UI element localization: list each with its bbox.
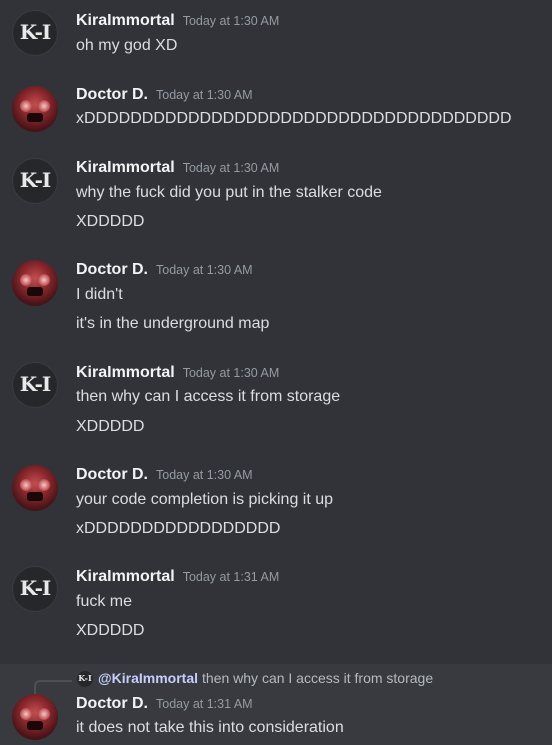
message-text: fuck me [76,593,133,610]
timestamp: Today at 1:31 AM [156,697,253,711]
avatar-eye [38,274,50,286]
reply-avatar[interactable]: K-I [77,671,93,687]
author-name[interactable]: Doctor D. Today at 1:30 AM [76,86,253,104]
timestamp: Today at 1:30 AM [182,366,280,380]
reply-mention[interactable]: @KiraImmortal [98,670,198,686]
avatar-mouth [27,287,43,296]
message-text: your code completion is picking it up [76,491,334,508]
author-name-text[interactable]: Doctor D. [76,86,148,103]
message-text: it's in the underground map [76,315,270,332]
author-name[interactable]: KiraImmortal Today at 1:30 AM [76,12,279,30]
avatar-eye [38,479,50,491]
message-text: I didn't [76,286,123,303]
avatar-mouth [27,492,43,501]
timestamp: Today at 1:30 AM [182,14,280,28]
avatar-eye [38,100,50,112]
avatar[interactable]: K-I [12,10,58,56]
author-name-text[interactable]: KiraImmortal [76,364,175,381]
message-text: XDDDDD [76,622,145,639]
avatar-eye [38,708,50,720]
message-text: xDDDDDDDDDDDDDDDDDDDDDDDDDDDDDDDDDDDDD [76,110,512,127]
author-name[interactable]: Doctor D. Today at 1:30 AM [76,466,253,484]
author-name-text[interactable]: KiraImmortal [76,12,175,29]
avatar[interactable] [12,260,58,306]
author-name[interactable]: KiraImmortal Today at 1:30 AM [76,364,279,382]
avatar[interactable]: K-I [12,362,58,408]
avatar[interactable]: K-I [12,158,58,204]
avatar-eye [20,708,32,720]
timestamp: Today at 1:31 AM [182,570,280,584]
avatar-text: K-I [19,372,52,396]
timestamp: Today at 1:30 AM [156,468,253,482]
avatar-text: K-I [19,168,52,192]
author-name-text[interactable]: KiraImmortal [76,159,175,176]
author-name-text[interactable]: Doctor D. [76,695,148,712]
timestamp: Today at 1:30 AM [182,161,280,175]
avatar[interactable]: K-I [12,566,58,612]
avatar-mouth [27,721,43,730]
avatar-mouth [27,113,43,122]
message-text: xDDDDDDDDDDDDDDDDD [76,520,281,537]
reply-spine [34,680,72,694]
author-name[interactable]: KiraImmortal Today at 1:30 AM [76,159,279,177]
author-name-text[interactable]: Doctor D. [76,261,148,278]
author-name[interactable]: Doctor D. Today at 1:31 AM [76,695,253,713]
avatar-text: K-I [19,576,52,600]
avatar[interactable] [12,465,58,511]
message-text: then why can I access it from storage [76,388,341,405]
message-text: XDDDDD [76,418,145,435]
avatar-eye [20,479,32,491]
avatar[interactable] [12,694,58,740]
reply-preview[interactable]: @KiraImmortal then why can I access it fr… [98,670,433,686]
message-text: XDDDDD [76,213,145,230]
message-text: why the fuck did you put in the stalker … [76,184,382,201]
timestamp: Today at 1:30 AM [156,263,253,277]
avatar-text: K-I [19,20,52,44]
timestamp: Today at 1:30 AM [156,88,253,102]
reply-avatar-text: K-I [78,673,92,683]
reply-preview-text: then why can I access it from storage [202,670,434,686]
message-text: oh my god XD [76,37,178,54]
avatar-eye [20,100,32,112]
author-name-text[interactable]: KiraImmortal [76,568,175,585]
message-text: it does not take this into consideration [76,719,344,736]
avatar-eye [20,274,32,286]
author-name[interactable]: KiraImmortal Today at 1:31 AM [76,568,279,586]
author-name[interactable]: Doctor D. Today at 1:30 AM [76,261,253,279]
avatar[interactable] [12,86,58,132]
author-name-text[interactable]: Doctor D. [76,466,148,483]
